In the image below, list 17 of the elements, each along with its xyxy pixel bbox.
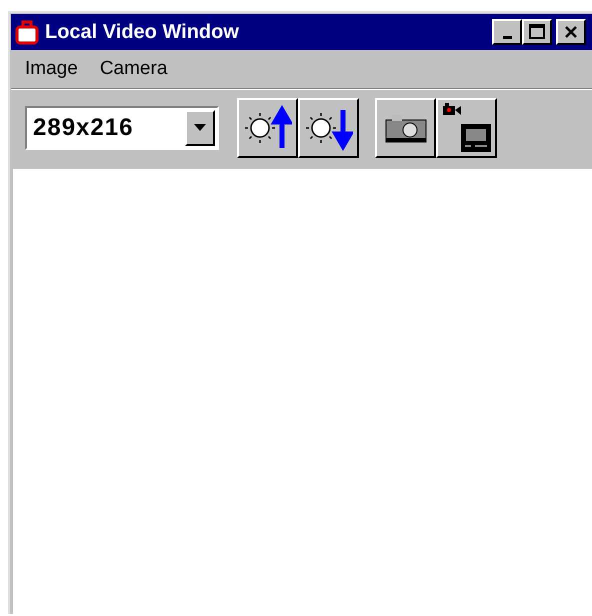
maximize-button[interactable] [522,19,552,45]
close-button[interactable] [556,19,586,45]
minimize-icon [502,36,512,38]
close-icon [563,24,579,40]
brightness-up-button[interactable] [237,98,298,158]
dropdown-arrow-button[interactable] [185,110,215,146]
menu-item[interactable]: Camera [100,58,168,80]
brightness-down-button[interactable] [298,98,359,158]
menu-item[interactable]: Image [25,58,78,80]
maximize-icon [528,23,546,41]
minimize-button[interactable] [492,19,522,45]
camcorder-monitor-icon [440,102,492,154]
window-title: Local Video Window [45,20,239,44]
caret-icon [194,124,206,132]
size-dropdown[interactable]: 289x216 [25,106,219,150]
video-capture-button[interactable] [436,98,497,158]
snapshot-button[interactable] [375,98,436,158]
